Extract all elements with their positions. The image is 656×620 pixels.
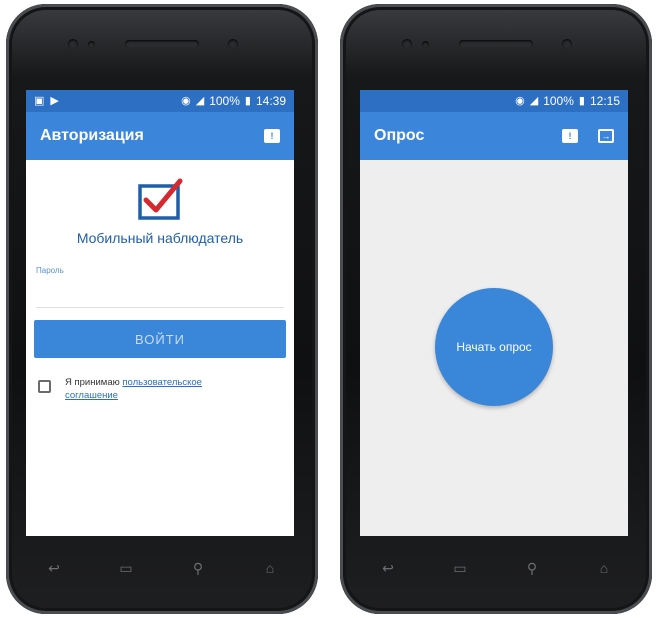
- front-camera: [68, 39, 78, 49]
- back-icon[interactable]: ↩: [36, 560, 72, 577]
- wifi-icon: ◉: [181, 94, 191, 107]
- page-title: Опрос: [374, 127, 425, 144]
- front-camera: [402, 39, 412, 49]
- phone-frame-left: ▣ ▶ ◉ ◢ 100% ▮ 14:39 Авторизация ! Мобил…: [6, 4, 318, 614]
- hardware-nav-bar: ↩ ▭ ⚲ ⌂: [370, 556, 622, 580]
- signal-icon: ◢: [195, 94, 205, 107]
- status-bar: ◉ ◢ 100% ▮ 12:15: [360, 90, 628, 112]
- agreement-text: Я принимаю пользовательское соглашение: [65, 376, 255, 402]
- proximity-sensor: [422, 41, 429, 48]
- earpiece-speaker: [125, 40, 199, 48]
- home-icon[interactable]: ⌂: [586, 560, 622, 576]
- app-name: Мобильный наблюдатель: [76, 230, 244, 246]
- battery-icon: ▮: [578, 94, 585, 107]
- agreement-prefix: Я принимаю: [65, 377, 123, 388]
- proximity-sensor: [88, 41, 95, 48]
- earpiece-speaker: [459, 40, 533, 48]
- clock: 12:15: [589, 94, 620, 108]
- password-label: Пароль: [36, 266, 64, 275]
- home-icon[interactable]: ⌂: [252, 560, 288, 576]
- login-button[interactable]: ВОЙТИ: [34, 320, 286, 358]
- checkbox-logo-icon: [138, 178, 183, 220]
- start-survey-button[interactable]: Начать опрос: [435, 288, 553, 406]
- status-bar: ▣ ▶ ◉ ◢ 100% ▮ 14:39: [26, 90, 294, 112]
- app-bar: Авторизация !: [26, 112, 294, 160]
- survey-screen: ◉ ◢ 100% ▮ 12:15 Опрос ! → Начать опрос: [360, 90, 628, 536]
- feedback-icon[interactable]: !: [264, 129, 280, 143]
- battery-percent: 100%: [209, 94, 240, 108]
- battery-percent: 100%: [543, 94, 574, 108]
- app-bar: Опрос ! →: [360, 112, 628, 160]
- password-input[interactable]: [36, 277, 284, 308]
- signal-icon: ◢: [529, 94, 539, 107]
- page-title: Авторизация: [40, 127, 144, 144]
- wifi-icon: ◉: [515, 94, 525, 107]
- feedback-icon[interactable]: !: [562, 129, 578, 143]
- clock: 14:39: [255, 94, 286, 108]
- back-icon[interactable]: ↩: [370, 560, 406, 577]
- search-icon[interactable]: ⚲: [514, 560, 550, 577]
- hardware-nav-bar: ↩ ▭ ⚲ ⌂: [36, 556, 288, 580]
- search-icon[interactable]: ⚲: [180, 560, 216, 577]
- login-screen: ▣ ▶ ◉ ◢ 100% ▮ 14:39 Авторизация ! Мобил…: [26, 90, 294, 536]
- phone-frame-right: ◉ ◢ 100% ▮ 12:15 Опрос ! → Начать опрос …: [340, 4, 652, 614]
- agreement-row: Я принимаю пользовательское соглашение: [38, 376, 294, 402]
- app-logo: [26, 178, 294, 222]
- app-notification-icon: ▣: [34, 94, 45, 107]
- menu-icon[interactable]: ▭: [108, 560, 144, 577]
- logout-icon[interactable]: →: [598, 129, 614, 143]
- front-sensor: [228, 39, 238, 49]
- play-notification-icon: ▶: [50, 94, 59, 107]
- battery-icon: ▮: [244, 94, 251, 107]
- front-sensor: [562, 39, 572, 49]
- agreement-checkbox[interactable]: [38, 380, 51, 393]
- menu-icon[interactable]: ▭: [442, 560, 478, 577]
